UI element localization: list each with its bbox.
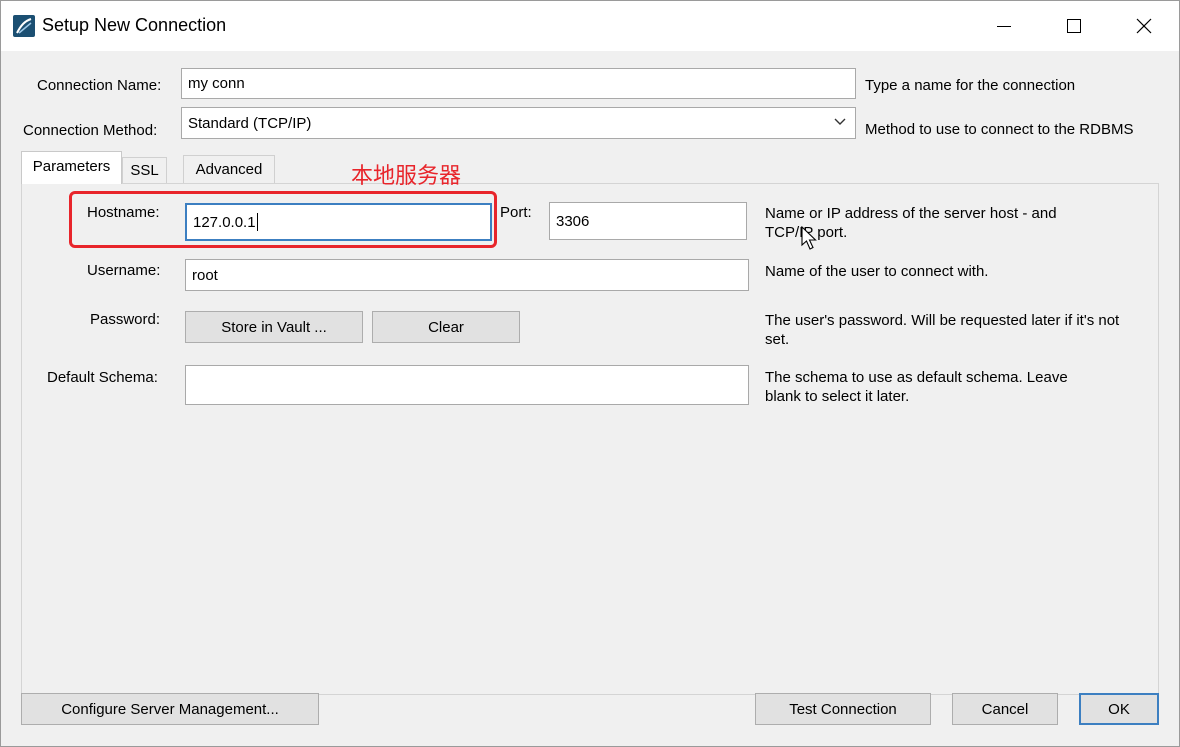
mouse-pointer-icon (801, 226, 817, 250)
mysql-workbench-icon (13, 15, 35, 37)
default-schema-input[interactable] (185, 365, 749, 405)
clear-password-button[interactable]: Clear (372, 311, 520, 343)
chevron-down-icon (834, 118, 846, 125)
hostname-label: Hostname: (87, 204, 160, 221)
password-label: Password: (90, 311, 161, 328)
annotation-label: 本地服务器 (351, 163, 462, 188)
test-connection-button[interactable]: Test Connection (755, 693, 931, 725)
hostname-input[interactable]: 127.0.0.1 (185, 203, 492, 241)
username-value: root (192, 266, 218, 284)
connection-name-hint: Type a name for the connection (865, 77, 1076, 94)
tab-advanced[interactable]: Advanced (183, 155, 275, 183)
connection-method-select[interactable]: Standard (TCP/IP) (181, 107, 856, 139)
maximize-button[interactable] (1039, 1, 1109, 51)
username-input[interactable]: root (185, 259, 749, 291)
maximize-icon (1067, 19, 1081, 33)
password-hint: The user's password. Will be requested l… (765, 312, 1120, 348)
cancel-button[interactable]: Cancel (952, 693, 1058, 725)
connection-method-label: Connection Method: (23, 122, 158, 139)
window-title: Setup New Connection (42, 15, 227, 35)
connection-name-input[interactable]: my conn (181, 68, 856, 99)
default-schema-hint: The schema to use as default schema. Lea… (765, 369, 1068, 405)
text-caret (256, 213, 258, 231)
title-bar[interactable]: Setup New Connection (1, 1, 1179, 51)
ok-button[interactable]: OK (1079, 693, 1159, 725)
connection-name-value: my conn (188, 75, 245, 92)
minimize-icon (997, 26, 1011, 27)
close-button[interactable] (1109, 1, 1179, 51)
username-hint: Name of the user to connect with. (765, 263, 989, 280)
connection-method-hint: Method to use to connect to the RDBMS (865, 121, 1134, 138)
hostname-value: 127.0.0.1 (193, 213, 256, 231)
username-label: Username: (87, 262, 161, 279)
port-input[interactable]: 3306 (549, 202, 747, 240)
connection-name-label: Connection Name: (37, 77, 162, 94)
dialog-body: Connection Name: my conn Type a name for… (1, 51, 1179, 746)
default-schema-label: Default Schema: (47, 369, 158, 386)
port-label: Port: (500, 204, 532, 221)
port-value: 3306 (556, 212, 590, 230)
configure-server-management-button[interactable]: Configure Server Management... (21, 693, 319, 725)
setup-connection-dialog: Setup New Connection Connection Name: my… (0, 0, 1180, 747)
tab-parameters[interactable]: Parameters (21, 151, 122, 184)
minimize-button[interactable] (969, 1, 1039, 51)
connection-method-value: Standard (TCP/IP) (188, 114, 312, 132)
tab-ssl[interactable]: SSL (122, 157, 167, 183)
store-in-vault-button[interactable]: Store in Vault ... (185, 311, 363, 343)
close-icon (1136, 18, 1152, 34)
